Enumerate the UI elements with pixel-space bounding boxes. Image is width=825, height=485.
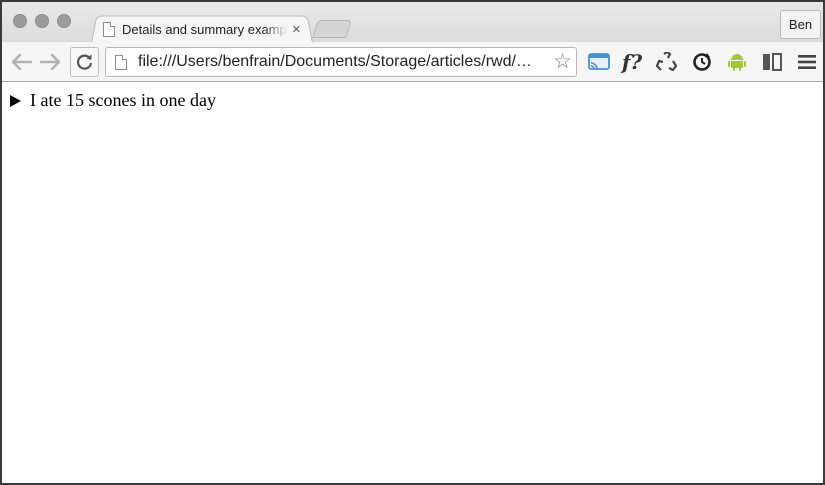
forward-arrow-icon[interactable] <box>39 51 61 73</box>
whatfont-icon[interactable]: f? <box>620 50 644 74</box>
close-window-button[interactable] <box>13 14 27 28</box>
zoom-window-button[interactable] <box>57 14 71 28</box>
panels-icon[interactable] <box>760 51 784 73</box>
tab-content[interactable]: Details and summary example × <box>103 17 313 41</box>
minimize-window-button[interactable] <box>35 14 49 28</box>
browser-window: Details and summary example × Ben file:/… <box>0 0 825 485</box>
profile-button[interactable]: Ben <box>780 10 821 39</box>
page-icon <box>115 54 127 70</box>
reload-icon[interactable] <box>70 47 99 77</box>
page-viewport: I ate 15 scones in one day <box>2 83 823 483</box>
page-icon <box>103 21 115 37</box>
tab-title: Details and summary example <box>122 21 288 37</box>
sync-icon[interactable] <box>690 51 714 73</box>
disclosure-triangle-icon[interactable] <box>10 94 21 107</box>
cast-icon[interactable] <box>587 51 611 73</box>
android-icon[interactable] <box>725 51 749 73</box>
toolbar: file:///Users/benfrain/Documents/Storage… <box>2 42 823 82</box>
menu-icon[interactable] <box>795 51 819 73</box>
details-summary[interactable]: I ate 15 scones in one day <box>10 90 216 111</box>
tab-close-icon[interactable]: × <box>292 22 301 37</box>
tab-strip: Details and summary example × Ben <box>2 2 823 44</box>
address-bar[interactable]: file:///Users/benfrain/Documents/Storage… <box>105 47 577 77</box>
bookmark-star-icon[interactable]: ☆ <box>553 51 572 73</box>
summary-text[interactable]: I ate 15 scones in one day <box>30 90 216 111</box>
recycle-icon[interactable] <box>655 51 679 73</box>
new-tab-button[interactable] <box>312 20 352 38</box>
back-arrow-icon[interactable] <box>11 51 33 73</box>
url-text[interactable]: file:///Users/benfrain/Documents/Storage… <box>138 53 548 71</box>
